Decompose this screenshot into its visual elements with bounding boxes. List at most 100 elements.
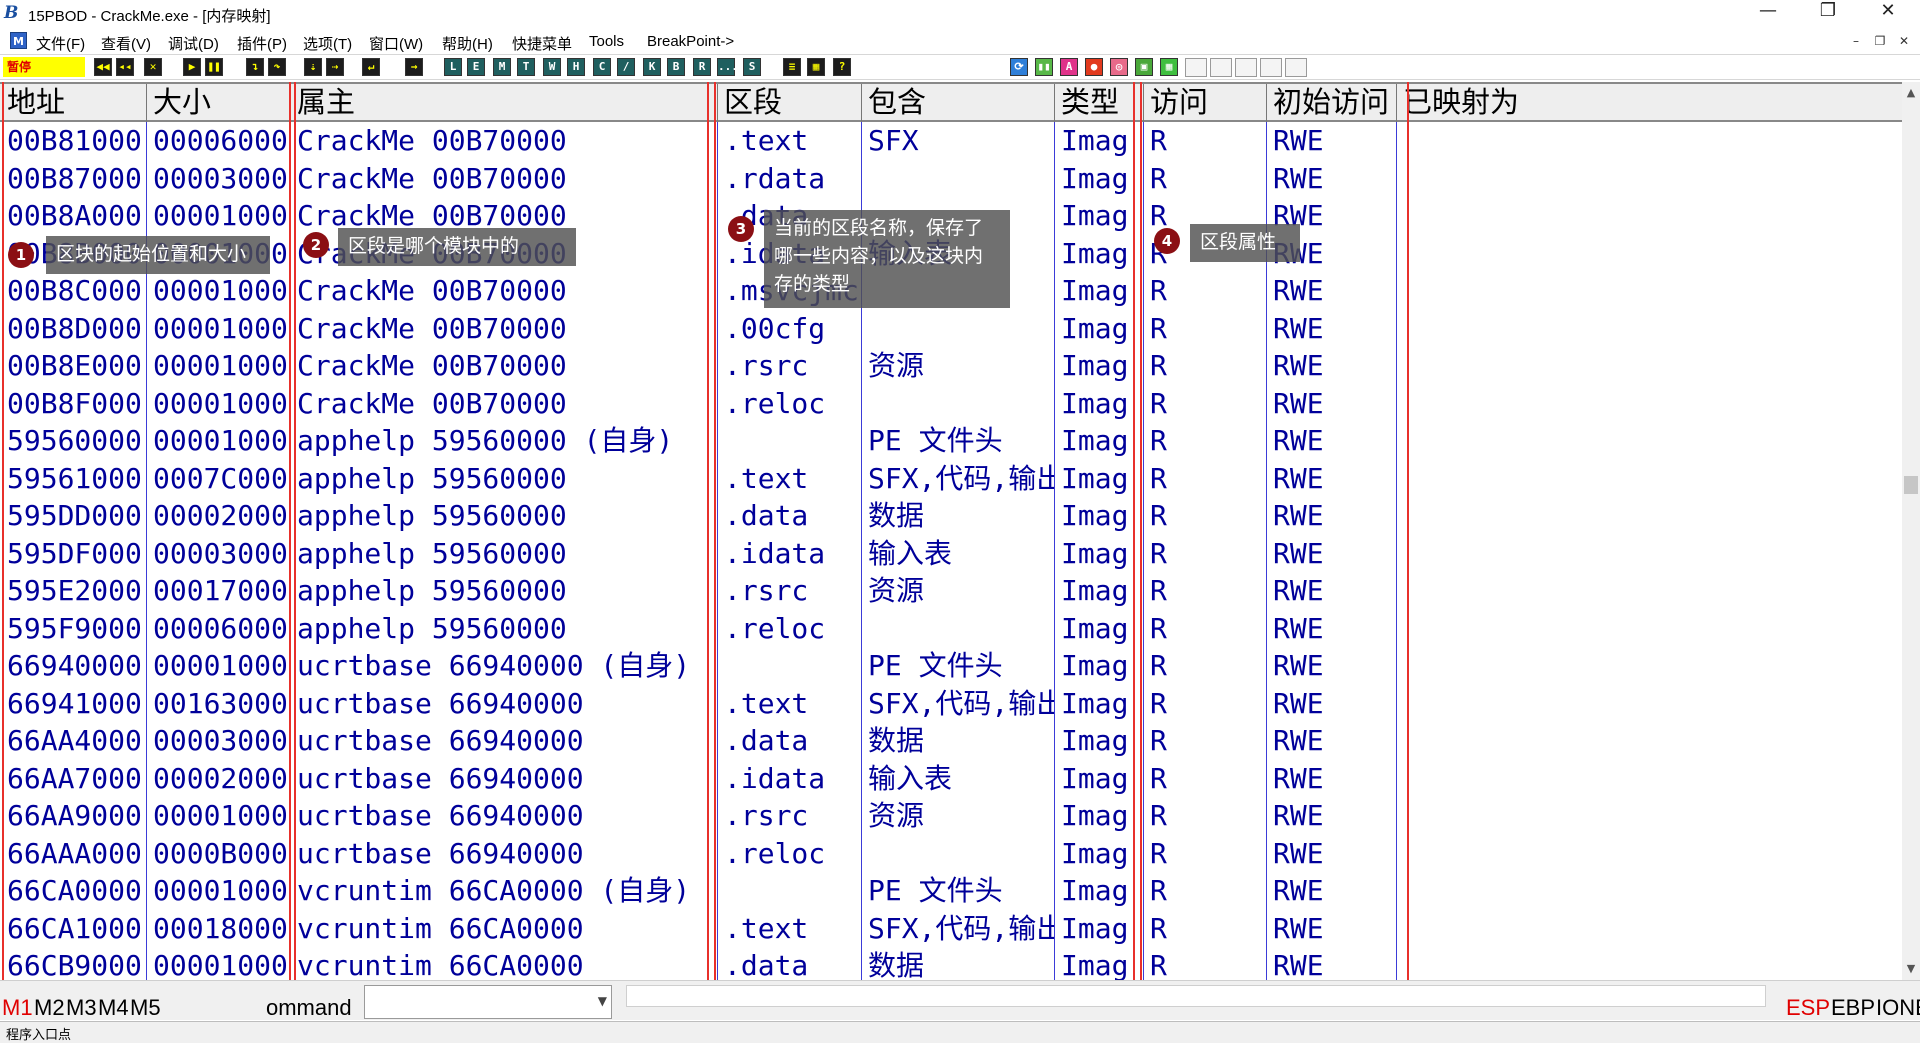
menu-tools[interactable]: Tools <box>589 33 624 50</box>
menu-file[interactable]: 文件(F) <box>36 33 85 54</box>
cell-mapped-as <box>1396 647 1696 685</box>
close-x-icon[interactable]: ✕ <box>144 58 162 76</box>
rewind-icon[interactable]: ◀◀ <box>94 58 112 76</box>
menu-view[interactable]: 查看(V) <box>101 33 151 54</box>
window-windows-button[interactable]: W <box>543 58 561 76</box>
menu-shortcuts[interactable]: 快捷菜单 <box>512 33 572 54</box>
step-over-icon[interactable]: ↷ <box>268 58 286 76</box>
step-into-icon[interactable]: ↴ <box>246 58 264 76</box>
status-text: 程序入口点 <box>6 1028 72 1043</box>
window-modules-button[interactable]: E <box>467 58 485 76</box>
cell-mapped-as <box>1396 385 1696 423</box>
menu-breakpoint[interactable]: BreakPoint-> <box>647 33 734 50</box>
minimize-button[interactable]: — <box>1740 0 1796 30</box>
chip-icon[interactable]: ▣ <box>1135 58 1153 76</box>
window-patches-button[interactable]: / <box>617 58 635 76</box>
toolbar: 暂停 ◀◀ ◂◂ ✕ ▶ ❚❚ ↴ ↷ ⇣ ⇢ ↵ → L E M T W H … <box>0 54 1920 80</box>
window-handles-button[interactable]: H <box>567 58 585 76</box>
refresh-icon[interactable]: ⟳ <box>1010 58 1028 76</box>
title-bar: B 15PBOD - CrackMe.exe - [内存映射] — ❐ ✕ <box>0 0 1920 30</box>
memory-tab-m5[interactable]: M5 <box>130 995 161 1021</box>
callout-3: 当前的区段名称，保存了哪一些内容，以及这块内存的类型 <box>764 210 1010 308</box>
cell-mapped-as <box>1396 872 1696 910</box>
pause-icon[interactable]: ❚❚ <box>205 58 223 76</box>
command-info-field <box>626 985 1766 1007</box>
empty-plugin-slot[interactable] <box>1235 58 1257 77</box>
scroll-thumb[interactable] <box>1904 476 1918 494</box>
help-icon[interactable]: ? <box>833 58 851 76</box>
stop-icon[interactable]: ● <box>1085 58 1103 76</box>
cell-mapped-as <box>1396 347 1696 385</box>
window-log-button[interactable]: L <box>444 58 462 76</box>
command-input[interactable]: ▼ <box>364 985 612 1019</box>
column-mapped-as[interactable]: 已映射为 <box>1396 84 1696 120</box>
mdi-close-button[interactable]: ✕ <box>1894 33 1914 50</box>
register-esp[interactable]: ESP <box>1786 995 1830 1021</box>
back-step-icon[interactable]: ◂◂ <box>116 58 134 76</box>
callout-2: 区段是哪个模块中的 <box>338 228 576 266</box>
menu-options[interactable]: 选项(T) <box>303 33 352 54</box>
window-references-button[interactable]: R <box>693 58 711 76</box>
highlight-box-owner <box>294 82 709 980</box>
highlight-box-address-size <box>2 82 291 980</box>
empty-plugin-slot[interactable] <box>1285 58 1307 77</box>
restore-button[interactable]: ❐ <box>1800 0 1856 30</box>
cell-mapped-as <box>1396 610 1696 648</box>
mdi-app-icon[interactable]: M <box>10 32 27 49</box>
cell-mapped-as <box>1396 722 1696 760</box>
list-icon[interactable]: ≡ <box>783 58 801 76</box>
window-breakpoints-button[interactable]: B <box>667 58 685 76</box>
chevron-down-icon[interactable]: ▼ <box>598 994 607 1008</box>
green-grid-icon[interactable]: ▦ <box>1160 58 1178 76</box>
grid-icon[interactable]: ▦ <box>807 58 825 76</box>
mdi-minimize-button[interactable]: – <box>1846 33 1866 50</box>
run-icon[interactable]: ▶ <box>183 58 201 76</box>
cell-mapped-as <box>1396 835 1696 873</box>
cell-mapped-as <box>1396 235 1696 273</box>
execute-till-return-icon[interactable]: ↵ <box>362 58 380 76</box>
debug-status-badge: 暂停 <box>3 57 85 77</box>
target-icon[interactable]: ◎ <box>1110 58 1128 76</box>
callout-badge-3: 3 <box>728 216 754 242</box>
cell-mapped-as <box>1396 685 1696 723</box>
cell-mapped-as <box>1396 197 1696 235</box>
cell-mapped-as <box>1396 160 1696 198</box>
register-none[interactable]: IONE <box>1876 995 1920 1021</box>
memory-tab-m4[interactable]: M4 <box>98 995 129 1021</box>
callout-badge-2: 2 <box>303 232 329 258</box>
memory-tab-m3[interactable]: M3 <box>66 995 97 1021</box>
memory-tab-m2[interactable]: M2 <box>34 995 65 1021</box>
window-source-button[interactable]: S <box>743 58 761 76</box>
scroll-up-icon[interactable]: ▲ <box>1902 84 1920 102</box>
empty-plugin-slot[interactable] <box>1260 58 1282 77</box>
cell-mapped-as <box>1396 497 1696 535</box>
empty-plugin-slot[interactable] <box>1210 58 1232 77</box>
close-button[interactable]: ✕ <box>1860 0 1916 30</box>
register-ebp[interactable]: EBP <box>1831 995 1875 1021</box>
window-callstack-button[interactable]: K <box>643 58 661 76</box>
window-cpu-button[interactable]: C <box>593 58 611 76</box>
menu-bar: M 文件(F) 查看(V) 调试(D) 插件(P) 选项(T) 窗口(W) 帮助… <box>0 30 1920 53</box>
menu-plugins[interactable]: 插件(P) <box>237 33 287 54</box>
trace-over-icon[interactable]: ⇢ <box>326 58 344 76</box>
mdi-restore-button[interactable]: ❐ <box>1870 33 1890 50</box>
menu-debug[interactable]: 调试(D) <box>168 33 219 54</box>
cell-mapped-as <box>1396 422 1696 460</box>
menu-help[interactable]: 帮助(H) <box>442 33 493 54</box>
scroll-down-icon[interactable]: ▼ <box>1902 960 1920 978</box>
a-icon[interactable]: A <box>1060 58 1078 76</box>
dual-icon[interactable]: ▮▮ <box>1035 58 1053 76</box>
window-threads-button[interactable]: T <box>517 58 535 76</box>
window-runtrace-button[interactable]: ... <box>717 58 738 76</box>
callout-badge-1: 1 <box>8 242 34 268</box>
memory-tab-m1[interactable]: M1 <box>2 995 33 1021</box>
empty-plugin-slot[interactable] <box>1185 58 1207 77</box>
window-title: 15PBOD - CrackMe.exe - [内存映射] <box>28 8 271 25</box>
callout-1: 区块的起始位置和大小 <box>46 236 270 274</box>
vertical-scrollbar[interactable]: ▲ ▼ <box>1902 82 1920 980</box>
goto-icon[interactable]: → <box>405 58 423 76</box>
cell-mapped-as <box>1396 572 1696 610</box>
trace-into-icon[interactable]: ⇣ <box>304 58 322 76</box>
window-memory-button[interactable]: M <box>493 58 511 76</box>
menu-window[interactable]: 窗口(W) <box>369 33 423 54</box>
